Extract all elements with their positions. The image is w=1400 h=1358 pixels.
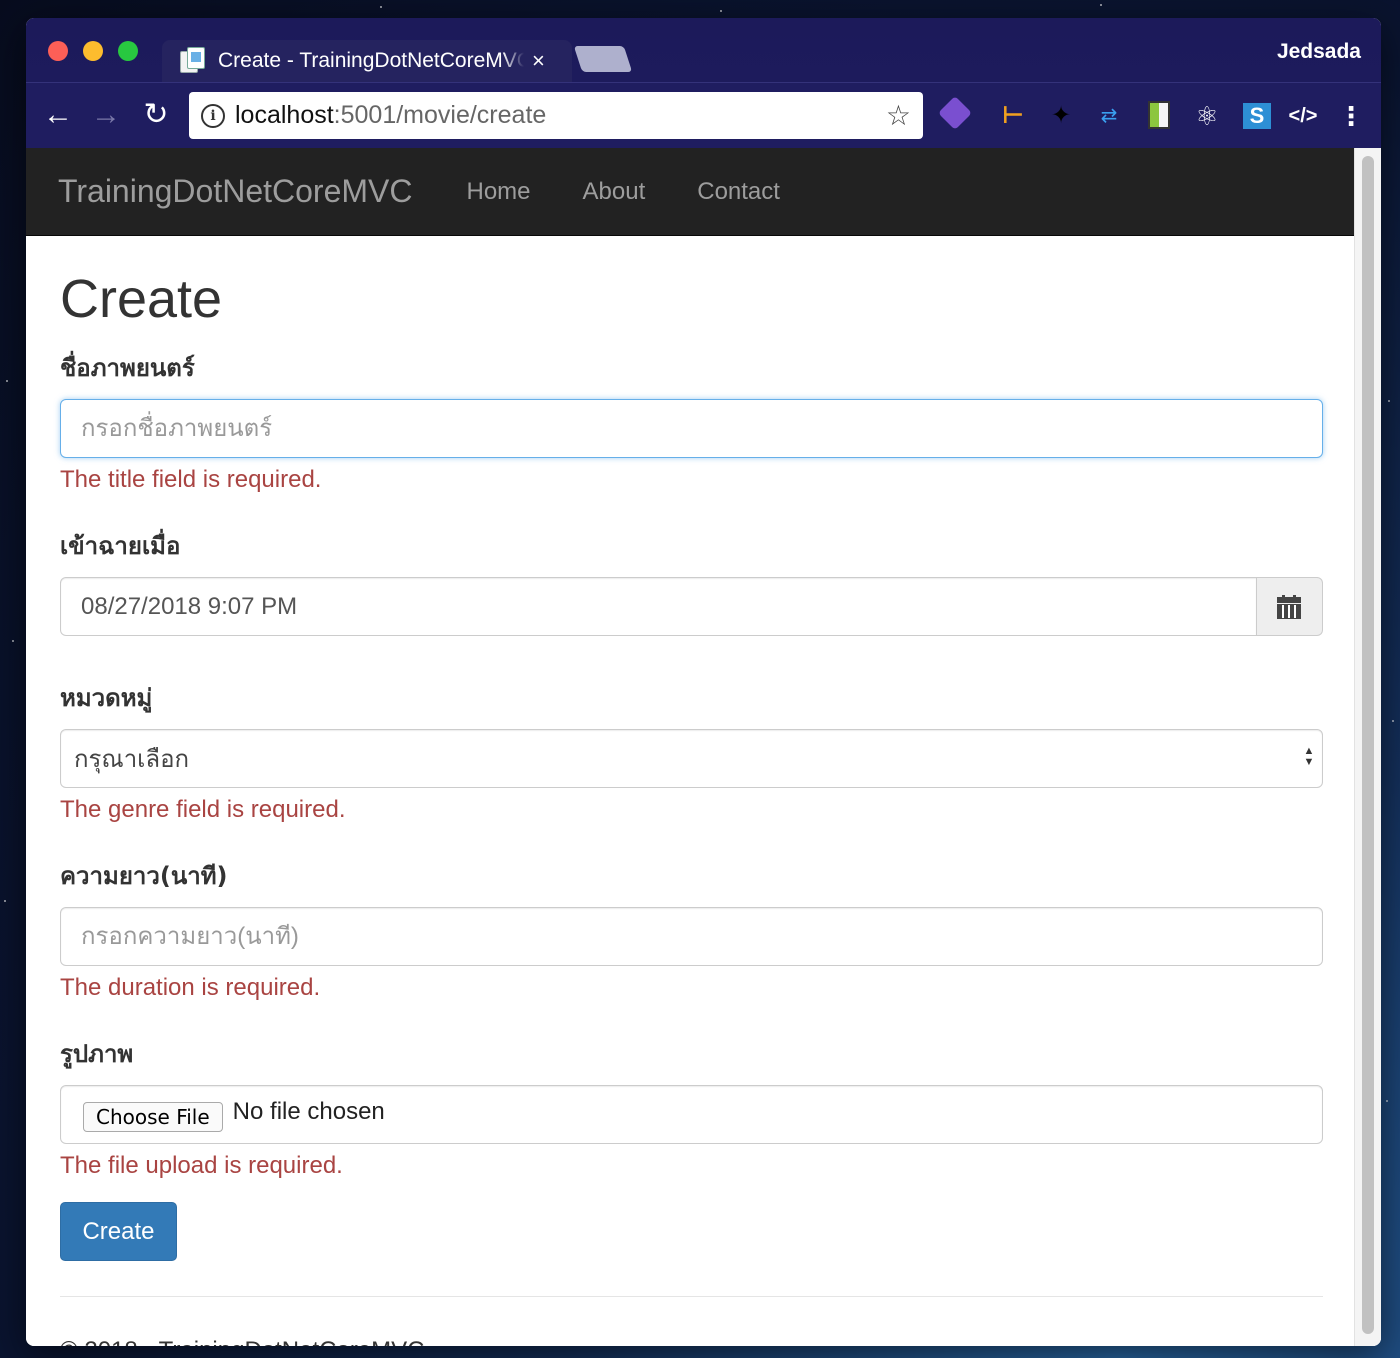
select-arrows-icon: ▲ ▼ [1303, 745, 1315, 768]
extension-code-icon[interactable]: </> [1288, 101, 1318, 131]
url-text[interactable]: localhost:5001/movie/create [235, 101, 546, 130]
extension-cube-icon[interactable] [938, 96, 972, 131]
site-info-icon[interactable]: i [201, 103, 225, 128]
bookmark-star-icon[interactable]: ☆ [886, 99, 911, 132]
footer-divider [60, 1296, 1323, 1297]
nav-link-contact[interactable]: Contact [697, 178, 780, 206]
extension-ninja-icon[interactable]: ✦ [1046, 101, 1076, 131]
title-form-group: ชื่อภาพยนตร์ The title field is required… [60, 348, 1323, 496]
url-path: :5001/movie/create [333, 101, 547, 129]
site-navbar: TrainingDotNetCoreMVC Home About Contact [26, 148, 1354, 236]
browser-menu-icon[interactable]: ⋮ [1336, 101, 1366, 131]
minimize-window-button[interactable] [83, 41, 103, 61]
release-date-label: เข้าฉายเมื่อ [60, 532, 181, 560]
tab-close-icon[interactable]: × [532, 48, 545, 74]
main-content: Create ชื่อภาพยนตร์ The title field is r… [60, 236, 1323, 1346]
file-error: The file upload is required. [60, 1152, 343, 1179]
back-arrow-icon[interactable]: ← [40, 97, 76, 133]
title-error: The title field is required. [60, 466, 322, 493]
duration-input[interactable] [60, 907, 1323, 966]
release-date-picker [60, 577, 1323, 636]
extension-notebook-icon[interactable] [1144, 101, 1174, 131]
forward-arrow-icon[interactable]: → [88, 97, 124, 133]
genre-form-group: หมวดหมู่ กรุณาเลือก ▲ ▼ The genre field i… [60, 678, 1323, 826]
genre-label: หมวดหมู่ [60, 684, 153, 712]
duration-form-group: ความยาว(นาที) The duration is required. [60, 856, 1323, 1004]
reload-icon[interactable]: ↻ [138, 97, 174, 133]
profile-name[interactable]: Jedsada [1277, 40, 1361, 64]
scrollbar-thumb[interactable] [1362, 156, 1374, 1334]
vertical-scrollbar[interactable] [1354, 148, 1381, 1346]
extension-react-icon[interactable]: ⚛ [1192, 101, 1222, 131]
genre-select[interactable]: กรุณาเลือก ▲ ▼ [60, 729, 1323, 788]
close-window-button[interactable] [48, 41, 68, 61]
browser-titlebar: Create - TrainingDotNetCoreMVC × Jedsada [26, 18, 1381, 82]
genre-error: The genre field is required. [60, 796, 346, 823]
duration-label: ความยาว(นาที) [60, 862, 228, 890]
page-viewport: TrainingDotNetCoreMVC Home About Contact… [26, 148, 1381, 1346]
image-form-group: รูปภาพ Choose File No file chosen The fi… [60, 1034, 1323, 1182]
genre-select-value[interactable]: กรุณาเลือก [60, 729, 1323, 788]
title-label: ชื่อภาพยนตร์ [60, 354, 195, 382]
extension-ruler-icon[interactable]: ⊢ [998, 101, 1028, 131]
page-title: Create [60, 269, 223, 329]
browser-tab-active[interactable]: Create - TrainingDotNetCoreMVC × [162, 40, 572, 82]
browser-toolbar: ← → ↻ i localhost:5001/movie/create ☆ ⊢ … [26, 82, 1381, 148]
choose-file-button[interactable]: Choose File [83, 1101, 223, 1132]
create-button[interactable]: Create [60, 1202, 177, 1261]
tab-title: Create - TrainingDotNetCoreMVC [218, 49, 524, 72]
extension-arrows-icon[interactable]: ⇄ [1094, 101, 1124, 131]
maximize-window-button[interactable] [118, 41, 138, 61]
file-status: No file chosen [232, 1097, 385, 1125]
nav-link-home[interactable]: Home [466, 178, 530, 206]
calendar-button[interactable] [1256, 577, 1323, 636]
extension-s-icon[interactable]: S [1242, 101, 1272, 131]
duration-error: The duration is required. [60, 974, 321, 1001]
calendar-icon [1277, 594, 1302, 619]
title-input[interactable] [60, 399, 1323, 458]
nav-link-about[interactable]: About [583, 178, 646, 206]
release-form-group: เข้าฉายเมื่อ [60, 526, 1323, 636]
navbar-brand[interactable]: TrainingDotNetCoreMVC [58, 173, 412, 210]
image-label: รูปภาพ [60, 1040, 134, 1068]
footer-text: © 2018 - TrainingDotNetCoreMVC [60, 1337, 1323, 1346]
file-input[interactable]: Choose File No file chosen [60, 1085, 1323, 1144]
url-host: localhost [235, 101, 334, 129]
document-favicon-icon [180, 47, 206, 75]
browser-window: Create - TrainingDotNetCoreMVC × Jedsada… [26, 18, 1381, 1346]
release-date-input[interactable] [60, 577, 1257, 636]
new-tab-button[interactable] [573, 46, 633, 72]
address-bar[interactable]: i localhost:5001/movie/create ☆ [189, 92, 923, 139]
